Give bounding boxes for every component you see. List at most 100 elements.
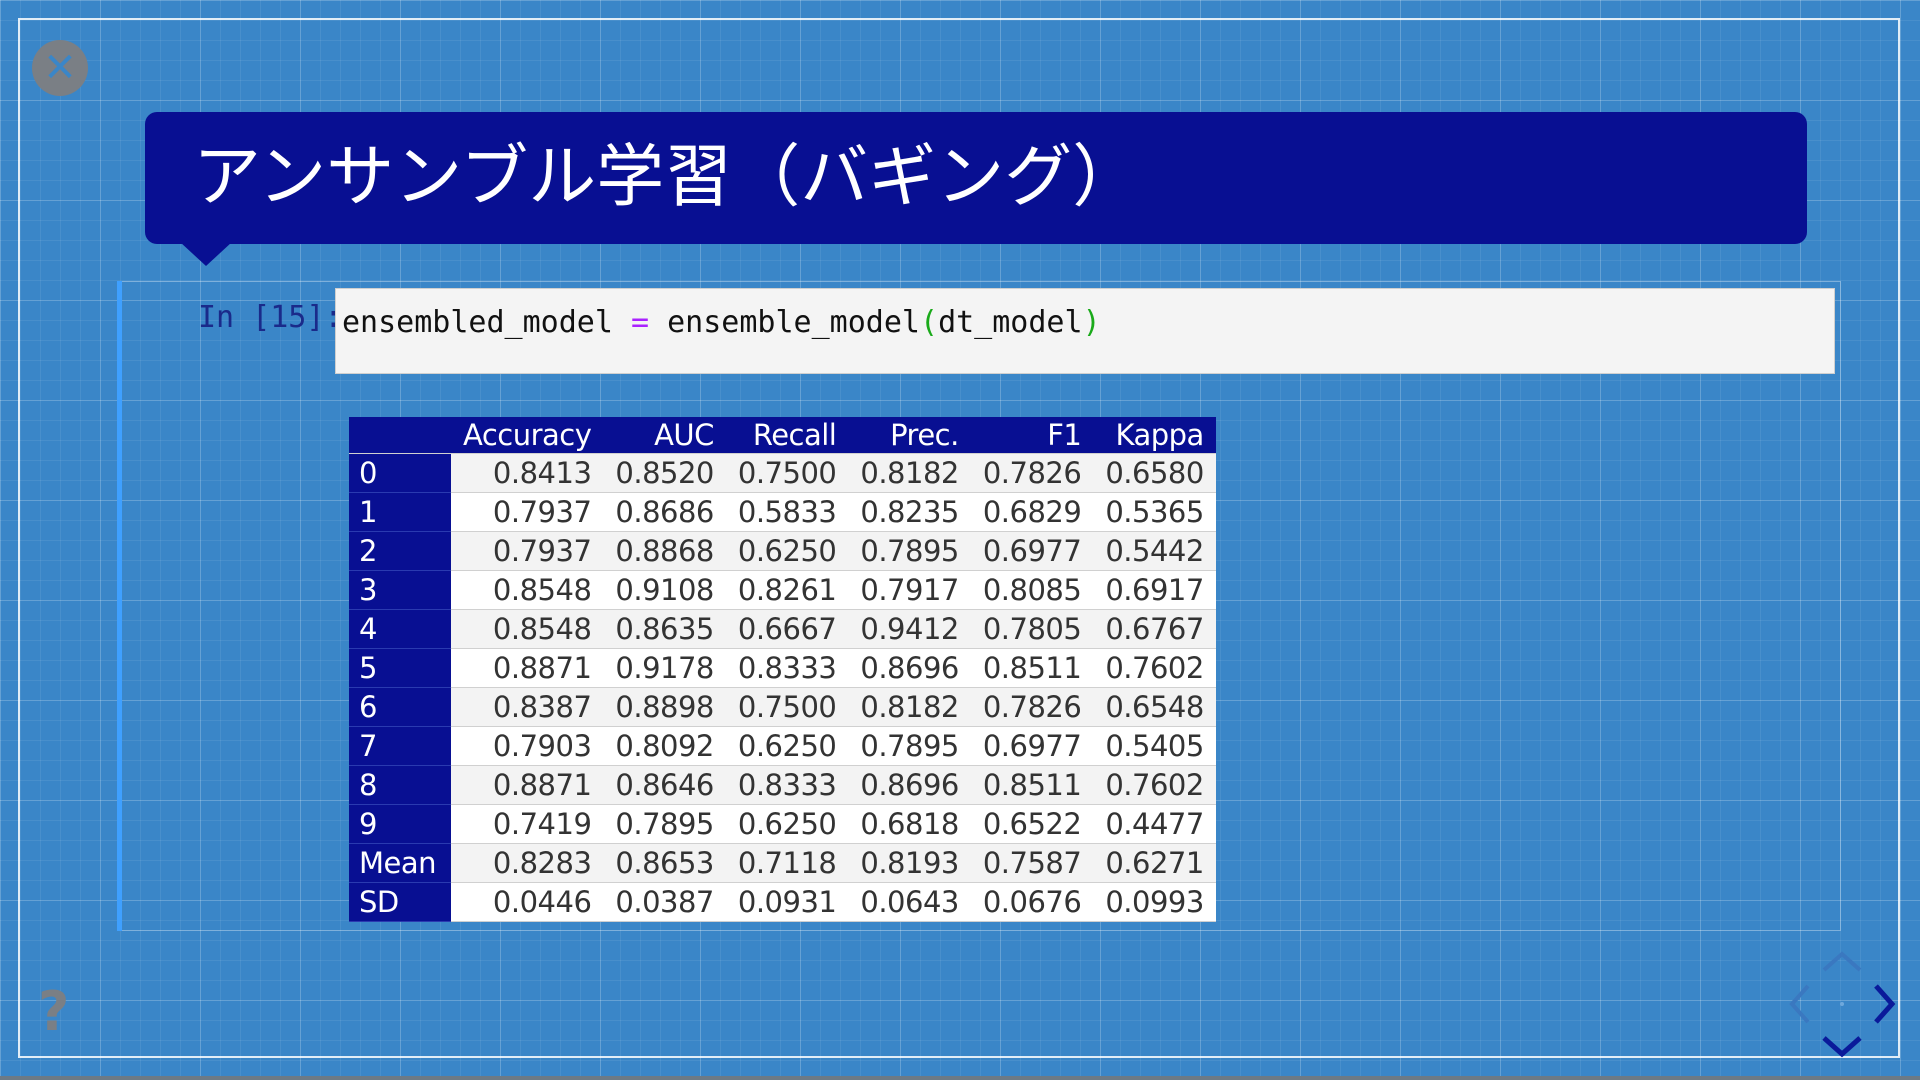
cell-selection-bar — [117, 281, 122, 931]
table-cell: 0.8193 — [848, 843, 971, 883]
table-cell: 0.8333 — [725, 765, 849, 805]
slide-navigation — [1782, 944, 1902, 1064]
table-cell: 0.8413 — [451, 453, 604, 493]
table-cell: 0.7917 — [848, 570, 971, 610]
row-index: Mean — [349, 843, 451, 883]
table-cell: 0.8696 — [848, 765, 971, 805]
close-icon[interactable]: ✕ — [32, 40, 88, 96]
table-cell: 0.8387 — [451, 687, 604, 727]
col-header-prec: Prec. — [848, 417, 971, 454]
table-cell: 0.8092 — [603, 726, 726, 766]
table-cell: 0.5833 — [725, 492, 849, 532]
code-input[interactable]: ensembled_model = ensemble_model(dt_mode… — [335, 288, 1835, 374]
table-cell: 0.8548 — [451, 609, 604, 649]
table-cell: 0.8686 — [603, 492, 726, 532]
table-cell: 0.8871 — [451, 765, 604, 805]
bottom-strip — [0, 1076, 1920, 1080]
table-cell: 0.8871 — [451, 648, 604, 688]
col-header-auc: AUC — [603, 417, 726, 454]
table-cell: 0.6548 — [1093, 687, 1216, 727]
nav-center-dot — [1840, 1002, 1844, 1006]
table-cell: 0.8085 — [970, 570, 1094, 610]
table-cell: 0.7826 — [970, 453, 1094, 493]
table-cell: 0.7500 — [725, 687, 849, 727]
cell-prompt: In [15]: — [198, 300, 343, 335]
table-cell: 0.7895 — [848, 531, 971, 571]
page-title: アンサンブル学習（バギング） — [193, 138, 1141, 217]
code-line: ensembled_model = ensemble_model(dt_mode… — [342, 305, 1101, 340]
table-cell: 0.6250 — [725, 804, 849, 844]
table-cell: 0.7500 — [725, 453, 849, 493]
table-cell: 0.8696 — [848, 648, 971, 688]
table-cell: 0.8635 — [603, 609, 726, 649]
table-cell: 0.6522 — [970, 804, 1094, 844]
table-cell: 0.7937 — [451, 531, 604, 571]
nav-up-icon[interactable] — [1822, 951, 1862, 972]
table-cell: 0.8261 — [725, 570, 849, 610]
table-row: 4 0.8548 0.8635 0.6667 0.9412 0.7805 0.6767 — [349, 609, 1216, 649]
table-cell: 0.7419 — [451, 804, 604, 844]
table-cell: 0.8898 — [603, 687, 726, 727]
table-cell: 0.0993 — [1093, 882, 1216, 922]
table-cell: 0.6829 — [970, 492, 1094, 532]
table-cell: 0.8182 — [848, 687, 971, 727]
col-header-accuracy: Accuracy — [451, 417, 604, 454]
table-cell: 0.7587 — [970, 843, 1094, 883]
table-cell: 0.8235 — [848, 492, 971, 532]
table-cell: 0.8868 — [603, 531, 726, 571]
results-table: Accuracy AUC Recall Prec. F1 Kappa 0 0.84… — [349, 417, 1216, 922]
table-cell: 0.8653 — [603, 843, 726, 883]
table-row: 1 0.7937 0.8686 0.5833 0.8235 0.6829 0.5365 — [349, 492, 1216, 532]
col-header-kappa: Kappa — [1093, 417, 1216, 454]
table-row: 3 0.8548 0.9108 0.8261 0.7917 0.8085 0.6917 — [349, 570, 1216, 610]
row-index: 9 — [349, 804, 451, 844]
table-cell: 0.8333 — [725, 648, 849, 688]
table-corner — [349, 417, 451, 454]
col-header-recall: Recall — [725, 417, 849, 454]
table-cell: 0.7895 — [603, 804, 726, 844]
table-cell: 0.8511 — [970, 765, 1094, 805]
table-row: 6 0.8387 0.8898 0.7500 0.8182 0.7826 0.6548 — [349, 687, 1216, 727]
table-cell: 0.6977 — [970, 726, 1094, 766]
row-index: 4 — [349, 609, 451, 649]
table-cell: 0.0676 — [970, 882, 1094, 922]
table-cell: 0.6250 — [725, 726, 849, 766]
code-func: ensemble_model — [667, 305, 920, 340]
table-cell: 0.6250 — [725, 531, 849, 571]
table-row: 8 0.8871 0.8646 0.8333 0.8696 0.8511 0.7602 — [349, 765, 1216, 805]
table-cell: 0.7937 — [451, 492, 604, 532]
table-cell: 0.6977 — [970, 531, 1094, 571]
table-cell: 0.8182 — [848, 453, 971, 493]
table-body: 0 0.8413 0.8520 0.7500 0.8182 0.7826 0.6580 1 0.… — [349, 453, 1216, 922]
table-cell: 0.4477 — [1093, 804, 1216, 844]
help-icon[interactable]: ? — [38, 985, 69, 1039]
table-row: 9 0.7419 0.7895 0.6250 0.6818 0.6522 0.4477 — [349, 804, 1216, 844]
table-cell: 0.0931 — [725, 882, 849, 922]
table-cell: 0.6580 — [1093, 453, 1216, 493]
table-cell: 0.7602 — [1093, 648, 1216, 688]
table-cell: 0.6818 — [848, 804, 971, 844]
table-cell: 0.7118 — [725, 843, 849, 883]
table-cell: 0.8520 — [603, 453, 726, 493]
table-row: 7 0.7903 0.8092 0.6250 0.7895 0.6977 0.5405 — [349, 726, 1216, 766]
table-cell: 0.7895 — [848, 726, 971, 766]
table-cell: 0.5442 — [1093, 531, 1216, 571]
table-cell: 0.6917 — [1093, 570, 1216, 610]
nav-right-icon[interactable] — [1874, 984, 1896, 1024]
table-row: 5 0.8871 0.9178 0.8333 0.8696 0.8511 0.7602 — [349, 648, 1216, 688]
row-index: 7 — [349, 726, 451, 766]
table-row: 2 0.7937 0.8868 0.6250 0.7895 0.6977 0.5442 — [349, 531, 1216, 571]
nav-down-icon[interactable] — [1822, 1036, 1862, 1058]
table-cell: 0.0446 — [451, 882, 604, 922]
table-cell: 0.5405 — [1093, 726, 1216, 766]
table-cell: 0.8511 — [970, 648, 1094, 688]
table-header-row: Accuracy AUC Recall Prec. F1 Kappa — [349, 417, 1216, 454]
code-open-paren: ( — [920, 305, 939, 340]
table-cell: 0.7826 — [970, 687, 1094, 727]
row-index: 5 — [349, 648, 451, 688]
nav-left-icon[interactable] — [1789, 984, 1810, 1024]
table-cell: 0.5365 — [1093, 492, 1216, 532]
table-row: 0 0.8413 0.8520 0.7500 0.8182 0.7826 0.6580 — [349, 453, 1216, 493]
table-cell: 0.6667 — [725, 609, 849, 649]
row-index: 2 — [349, 531, 451, 571]
